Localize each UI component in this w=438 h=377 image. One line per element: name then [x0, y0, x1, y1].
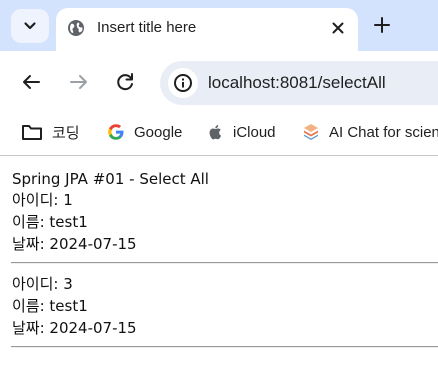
- record-date: 날짜: 2024-07-15: [12, 319, 137, 337]
- tab-search-button[interactable]: [11, 9, 49, 43]
- bookmark-label: 코딩: [52, 124, 80, 142]
- apple-icon: [209, 125, 222, 140]
- toolbar: localhost:8081/selectAll: [0, 51, 438, 113]
- page-content: Spring JPA #01 - Select All 아이디: 1 이름: t…: [0, 156, 438, 377]
- new-tab-plus-icon[interactable]: [372, 15, 392, 35]
- back-arrow-icon[interactable]: [19, 70, 43, 94]
- bookmark-google[interactable]: Google: [107, 121, 182, 143]
- bookmark-coding[interactable]: 코딩: [21, 121, 80, 143]
- tab-title: Insert title here: [97, 19, 197, 36]
- google-icon: [108, 124, 124, 140]
- bookmark-ai-chat[interactable]: AI Chat for scien: [302, 121, 438, 143]
- bookmark-label: AI Chat for scien: [329, 123, 438, 141]
- forward-arrow-icon[interactable]: [67, 70, 91, 94]
- reload-icon[interactable]: [113, 70, 137, 94]
- tab-strip: Insert title here: [0, 0, 438, 51]
- bookmarks-bar: 코딩 Google iCloud AI Chat for scien: [0, 113, 438, 156]
- globe-icon: [68, 20, 84, 36]
- page-title: Spring JPA #01 - Select All: [12, 170, 209, 188]
- record-divider: [11, 346, 438, 348]
- folder-icon: [22, 125, 42, 140]
- record-id: 아이디: 1: [12, 191, 73, 209]
- site-info-button[interactable]: [168, 68, 198, 98]
- url-text: localhost:8081/selectAll: [208, 73, 386, 92]
- record-name: 이름: test1: [12, 213, 88, 231]
- record-divider: [11, 262, 438, 264]
- tab-active[interactable]: Insert title here: [56, 8, 358, 51]
- record-date: 날짜: 2024-07-15: [12, 235, 137, 253]
- bookmark-label: Google: [134, 123, 183, 141]
- record-name: 이름: test1: [12, 297, 88, 315]
- ai-chat-icon: [304, 124, 318, 140]
- browser-window: Insert title here localhost:8081/selectA…: [0, 0, 438, 377]
- chevron-down-icon: [24, 22, 36, 30]
- address-bar[interactable]: localhost:8081/selectAll: [160, 61, 438, 105]
- close-icon[interactable]: [330, 20, 346, 36]
- bookmark-label: iCloud: [233, 123, 276, 141]
- info-icon: [174, 74, 192, 92]
- record-id: 아이디: 3: [12, 275, 73, 293]
- bookmark-icloud[interactable]: iCloud: [208, 121, 276, 143]
